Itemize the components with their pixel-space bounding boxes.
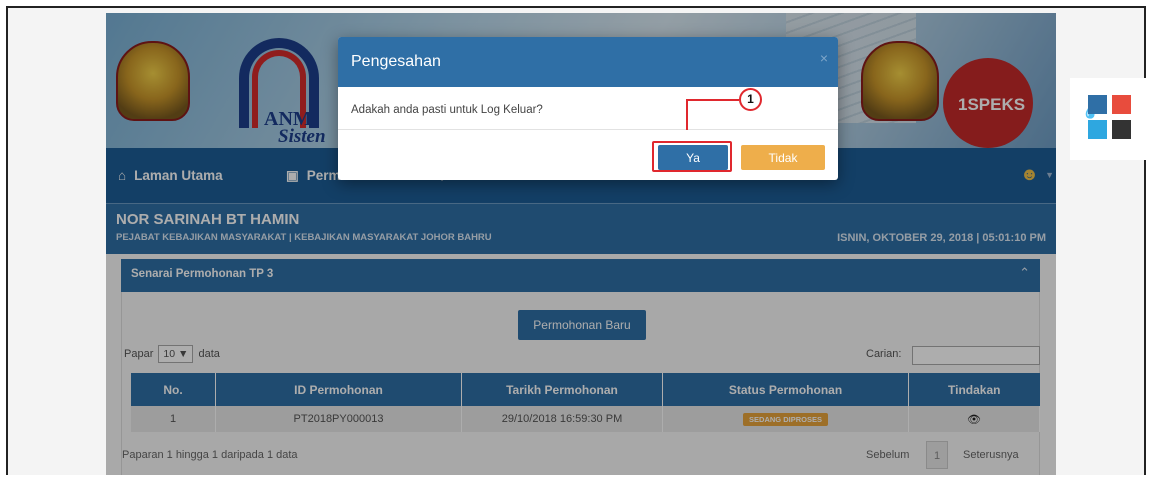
swatch-dark[interactable] — [1112, 120, 1131, 139]
confirm-yes-button[interactable]: Ya — [658, 145, 728, 170]
dialog-divider — [338, 129, 838, 130]
dialog-title: Pengesahan — [351, 53, 441, 70]
dialog-message: Adakah anda pasti untuk Log Keluar? — [351, 104, 543, 116]
callout-line-horizontal — [686, 99, 739, 101]
confirm-dialog: Pengesahan × Adakah anda pasti untuk Log… — [338, 37, 838, 180]
callout-line-vertical — [686, 99, 688, 130]
app-window: ANM Sisten 1SPEKS ⌂Laman Utama ▣Permohon… — [106, 13, 1056, 475]
dialog-header: Pengesahan × — [338, 37, 838, 87]
callout-number-badge: 1 — [739, 88, 762, 111]
cancel-no-button[interactable]: Tidak — [741, 145, 825, 170]
swatch-light-blue[interactable] — [1088, 120, 1107, 139]
close-icon[interactable]: × — [820, 50, 828, 66]
screenshot-frame: ANM Sisten 1SPEKS ⌂Laman Utama ▣Permohon… — [6, 6, 1146, 475]
theme-color-picker: 💧 — [1070, 78, 1150, 160]
swatch-red[interactable] — [1112, 95, 1131, 114]
swatch-blue[interactable] — [1088, 95, 1107, 114]
